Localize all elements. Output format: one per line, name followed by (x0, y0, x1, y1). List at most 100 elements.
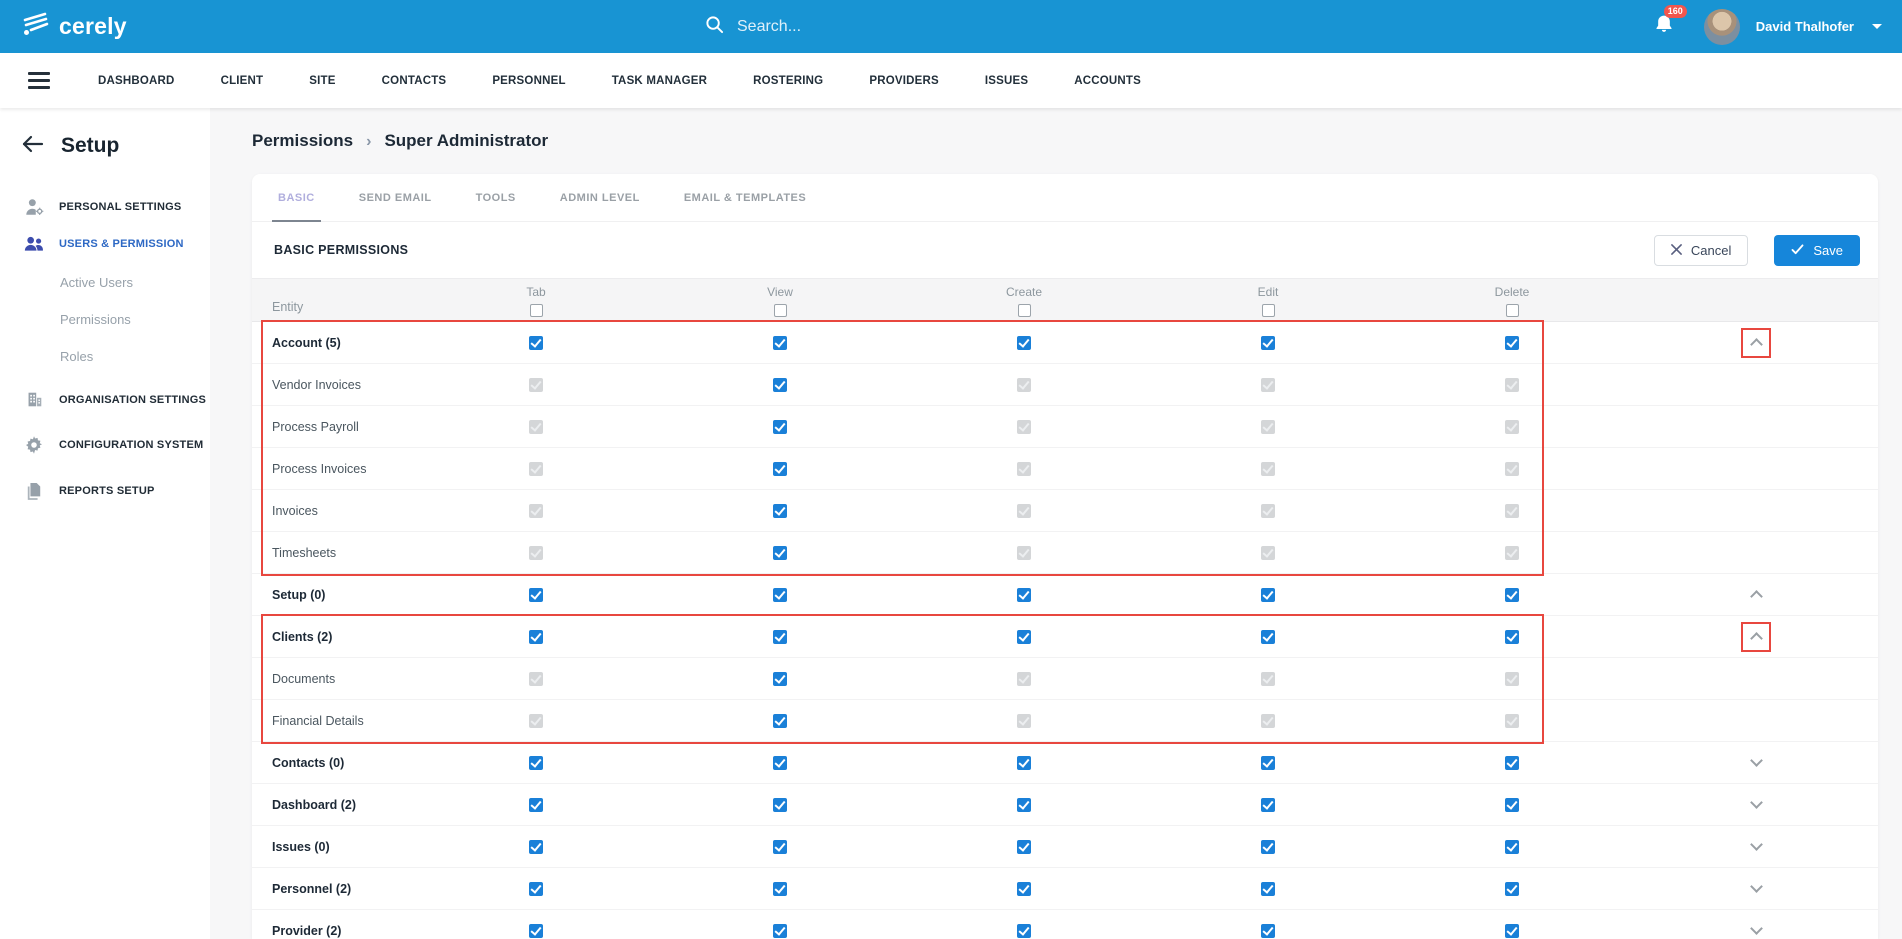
permission-checkbox[interactable] (1261, 588, 1275, 602)
nav-item-accounts[interactable]: ACCOUNTS (1074, 75, 1141, 87)
nav-item-dashboard[interactable]: DASHBOARD (98, 75, 175, 87)
chevron-cell (1634, 622, 1878, 652)
sidebar-item-roles[interactable]: Roles (0, 338, 210, 375)
expand-collapse-button[interactable] (1741, 622, 1771, 652)
permission-checkbox[interactable] (529, 840, 543, 854)
sidebar-item-users-permission[interactable]: USERS & PERMISSION (0, 226, 210, 262)
permission-checkbox[interactable] (773, 714, 787, 728)
permission-checkbox[interactable] (773, 504, 787, 518)
tab-basic[interactable]: BASIC (278, 174, 315, 221)
nav-item-client[interactable]: CLIENT (221, 75, 264, 87)
permission-checkbox[interactable] (773, 420, 787, 434)
tab-email-templates[interactable]: EMAIL & TEMPLATES (684, 174, 806, 221)
permission-checkbox[interactable] (1505, 756, 1519, 770)
nav-item-contacts[interactable]: CONTACTS (382, 75, 447, 87)
permission-checkbox[interactable] (1505, 798, 1519, 812)
cell-edit (1146, 672, 1390, 686)
permission-checkbox[interactable] (529, 756, 543, 770)
permission-checkbox[interactable] (1017, 798, 1031, 812)
select-all-delete-checkbox[interactable] (1506, 304, 1519, 317)
back-arrow-icon[interactable] (22, 135, 44, 158)
expand-collapse-button[interactable] (1741, 580, 1771, 610)
nav-item-task-manager[interactable]: TASK MANAGER (612, 75, 707, 87)
nav-item-personnel[interactable]: PERSONNEL (492, 75, 565, 87)
save-button[interactable]: Save (1774, 235, 1860, 266)
permission-checkbox[interactable] (773, 798, 787, 812)
permission-checkbox[interactable] (1505, 840, 1519, 854)
permission-checkbox[interactable] (1261, 756, 1275, 770)
tab-send-email[interactable]: SEND EMAIL (359, 174, 432, 221)
nav-item-rostering[interactable]: ROSTERING (753, 75, 823, 87)
permission-checkbox[interactable] (529, 336, 543, 350)
permission-checkbox[interactable] (773, 378, 787, 392)
search-input[interactable] (737, 18, 997, 36)
breadcrumb-permissions[interactable]: Permissions (252, 131, 353, 151)
permission-checkbox[interactable] (1505, 588, 1519, 602)
column-header-view: View (767, 285, 793, 299)
expand-collapse-button[interactable] (1741, 748, 1771, 778)
permission-checkbox[interactable] (1261, 840, 1275, 854)
nav-item-site[interactable]: SITE (309, 75, 335, 87)
permission-checkbox[interactable] (529, 798, 543, 812)
permission-checkbox[interactable] (1017, 756, 1031, 770)
select-all-tab-checkbox[interactable] (530, 304, 543, 317)
nav-item-issues[interactable]: ISSUES (985, 75, 1028, 87)
users-permission-children: Active Users Permissions Roles (0, 264, 210, 375)
permission-checkbox[interactable] (1017, 924, 1031, 938)
permission-checkbox[interactable] (773, 840, 787, 854)
permission-checkbox[interactable] (1505, 882, 1519, 896)
sidebar-item-personal-settings[interactable]: PERSONAL SETTINGS (0, 188, 210, 226)
cell-create (902, 714, 1146, 728)
permission-checkbox[interactable] (1261, 882, 1275, 896)
expand-collapse-button[interactable] (1741, 832, 1771, 862)
permission-checkbox[interactable] (773, 756, 787, 770)
brand-logo[interactable]: cerely (20, 11, 127, 43)
permission-checkbox[interactable] (773, 630, 787, 644)
user-avatar[interactable] (1704, 9, 1740, 45)
permission-checkbox[interactable] (1017, 882, 1031, 896)
sidebar-item-organisation-settings[interactable]: ORGANISATION SETTINGS (0, 381, 210, 418)
user-menu-caret-icon[interactable] (1872, 24, 1882, 29)
permission-checkbox[interactable] (529, 630, 543, 644)
permission-checkbox[interactable] (1261, 336, 1275, 350)
select-all-create-checkbox[interactable] (1018, 304, 1031, 317)
select-all-edit-checkbox[interactable] (1262, 304, 1275, 317)
expand-collapse-button[interactable] (1741, 328, 1771, 358)
permission-checkbox[interactable] (773, 924, 787, 938)
permission-checkbox[interactable] (1017, 336, 1031, 350)
permission-checkbox[interactable] (529, 924, 543, 938)
cell-edit (1146, 630, 1390, 644)
permission-checkbox[interactable] (1505, 630, 1519, 644)
permission-checkbox[interactable] (1017, 588, 1031, 602)
permission-checkbox[interactable] (1505, 924, 1519, 938)
permission-checkbox[interactable] (529, 882, 543, 896)
permission-checkbox[interactable] (1261, 630, 1275, 644)
cell-tab (414, 756, 658, 770)
permission-checkbox[interactable] (1017, 630, 1031, 644)
permission-checkbox[interactable] (773, 672, 787, 686)
expand-collapse-button[interactable] (1741, 874, 1771, 904)
permission-checkbox[interactable] (1017, 840, 1031, 854)
permission-checkbox[interactable] (529, 588, 543, 602)
permission-checkbox[interactable] (773, 462, 787, 476)
nav-item-providers[interactable]: PROVIDERS (869, 75, 939, 87)
permission-checkbox[interactable] (1261, 798, 1275, 812)
permission-checkbox[interactable] (1261, 924, 1275, 938)
tab-tools[interactable]: TOOLS (476, 174, 516, 221)
select-all-view-checkbox[interactable] (774, 304, 787, 317)
permission-checkbox[interactable] (773, 546, 787, 560)
permission-checkbox[interactable] (773, 588, 787, 602)
hamburger-menu-icon[interactable] (28, 72, 50, 89)
expand-collapse-button[interactable] (1741, 790, 1771, 820)
sidebar-item-permissions[interactable]: Permissions (0, 301, 210, 338)
sidebar-item-configuration-system[interactable]: CONFIGURATION SYSTEM (0, 426, 210, 464)
cancel-button[interactable]: Cancel (1654, 235, 1748, 266)
permission-checkbox[interactable] (773, 336, 787, 350)
permission-checkbox[interactable] (773, 882, 787, 896)
tab-admin-level[interactable]: ADMIN LEVEL (560, 174, 640, 221)
permission-checkbox[interactable] (1505, 336, 1519, 350)
notifications-button[interactable]: 160 (1654, 13, 1674, 40)
sidebar-item-reports-setup[interactable]: REPORTS SETUP (0, 472, 210, 510)
sidebar-item-active-users[interactable]: Active Users (0, 264, 210, 301)
expand-collapse-button[interactable] (1741, 916, 1771, 939)
